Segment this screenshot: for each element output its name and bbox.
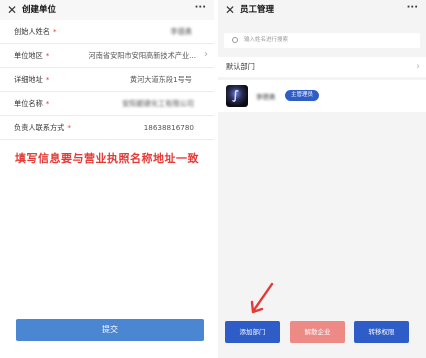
address-row[interactable]: 详细地址 * 黄河大道东段1号号 [0,68,214,92]
page-title: 创建单位 [22,5,57,15]
admin-badge: 主管理员 [285,90,320,101]
create-unit-panel: ✕ 创建单位 ··· 创始人姓名 * 李德勇 单位地区 * 河南省安阳市安阳高新技术… [0,0,214,358]
close-icon[interactable]: ✕ [225,2,235,18]
contact-label: 负责人联系方式 * [14,123,71,132]
contact-value[interactable]: 18638816780 [144,123,194,132]
region-row[interactable]: 单位地区 * 河南省安阳市安阳高新技术产业... › [0,44,214,68]
avatar-logo-icon: ∫ [232,88,240,102]
default-department-row[interactable]: 默认部门 › [218,57,426,77]
chevron-right-icon: › [416,61,420,72]
search-input[interactable]: 输入姓名进行搜索 [224,33,420,48]
instruction-annotation: 填写信息要与营业执照名称地址一致 [15,152,199,165]
department-label: 默认部门 [226,62,255,71]
unit-name-row[interactable]: 单位名称 * 安阳碧建化工有限公司 [0,92,214,116]
submit-button[interactable]: 提交 [16,319,204,341]
more-icon[interactable]: ··· [407,1,418,15]
more-icon[interactable]: ··· [195,1,206,15]
action-bar: 添加部门 解散企业 转移权限 [218,313,426,358]
region-label: 单位地区 * [14,51,50,60]
pointer-arrow-icon [250,282,274,314]
address-label: 详细地址 * [14,75,50,84]
unit-name-value[interactable]: 安阳碧建化工有限公司 [122,99,194,109]
founder-name-label: 创始人姓名 * [14,27,57,36]
unit-name-label: 单位名称 * [14,99,50,108]
avatar: ∫ [226,85,248,107]
left-header: ✕ 创建单位 ··· [0,0,214,20]
search-placeholder: 输入姓名进行搜索 [244,37,289,43]
member-name: 李德勇 [256,93,276,101]
close-icon[interactable]: ✕ [7,2,17,18]
search-icon [232,37,238,43]
right-header: ✕ 员工管理 ··· [218,0,426,20]
member-row[interactable]: ∫ 李德勇 主管理员 [218,80,426,112]
page-title: 员工管理 [240,5,275,15]
founder-name-value[interactable]: 李德勇 [170,27,192,37]
contact-row[interactable]: 负责人联系方式 * 18638816780 [0,116,214,140]
add-department-button[interactable]: 添加部门 [225,321,280,343]
transfer-permission-button[interactable]: 转移权限 [354,321,409,343]
address-value[interactable]: 黄河大道东段1号号 [130,75,192,85]
chevron-right-icon: › [204,49,208,60]
founder-name-row[interactable]: 创始人姓名 * 李德勇 [0,20,214,44]
dissolve-company-button[interactable]: 解散企业 [290,321,345,343]
region-value[interactable]: 河南省安阳市安阳高新技术产业... [89,51,196,61]
